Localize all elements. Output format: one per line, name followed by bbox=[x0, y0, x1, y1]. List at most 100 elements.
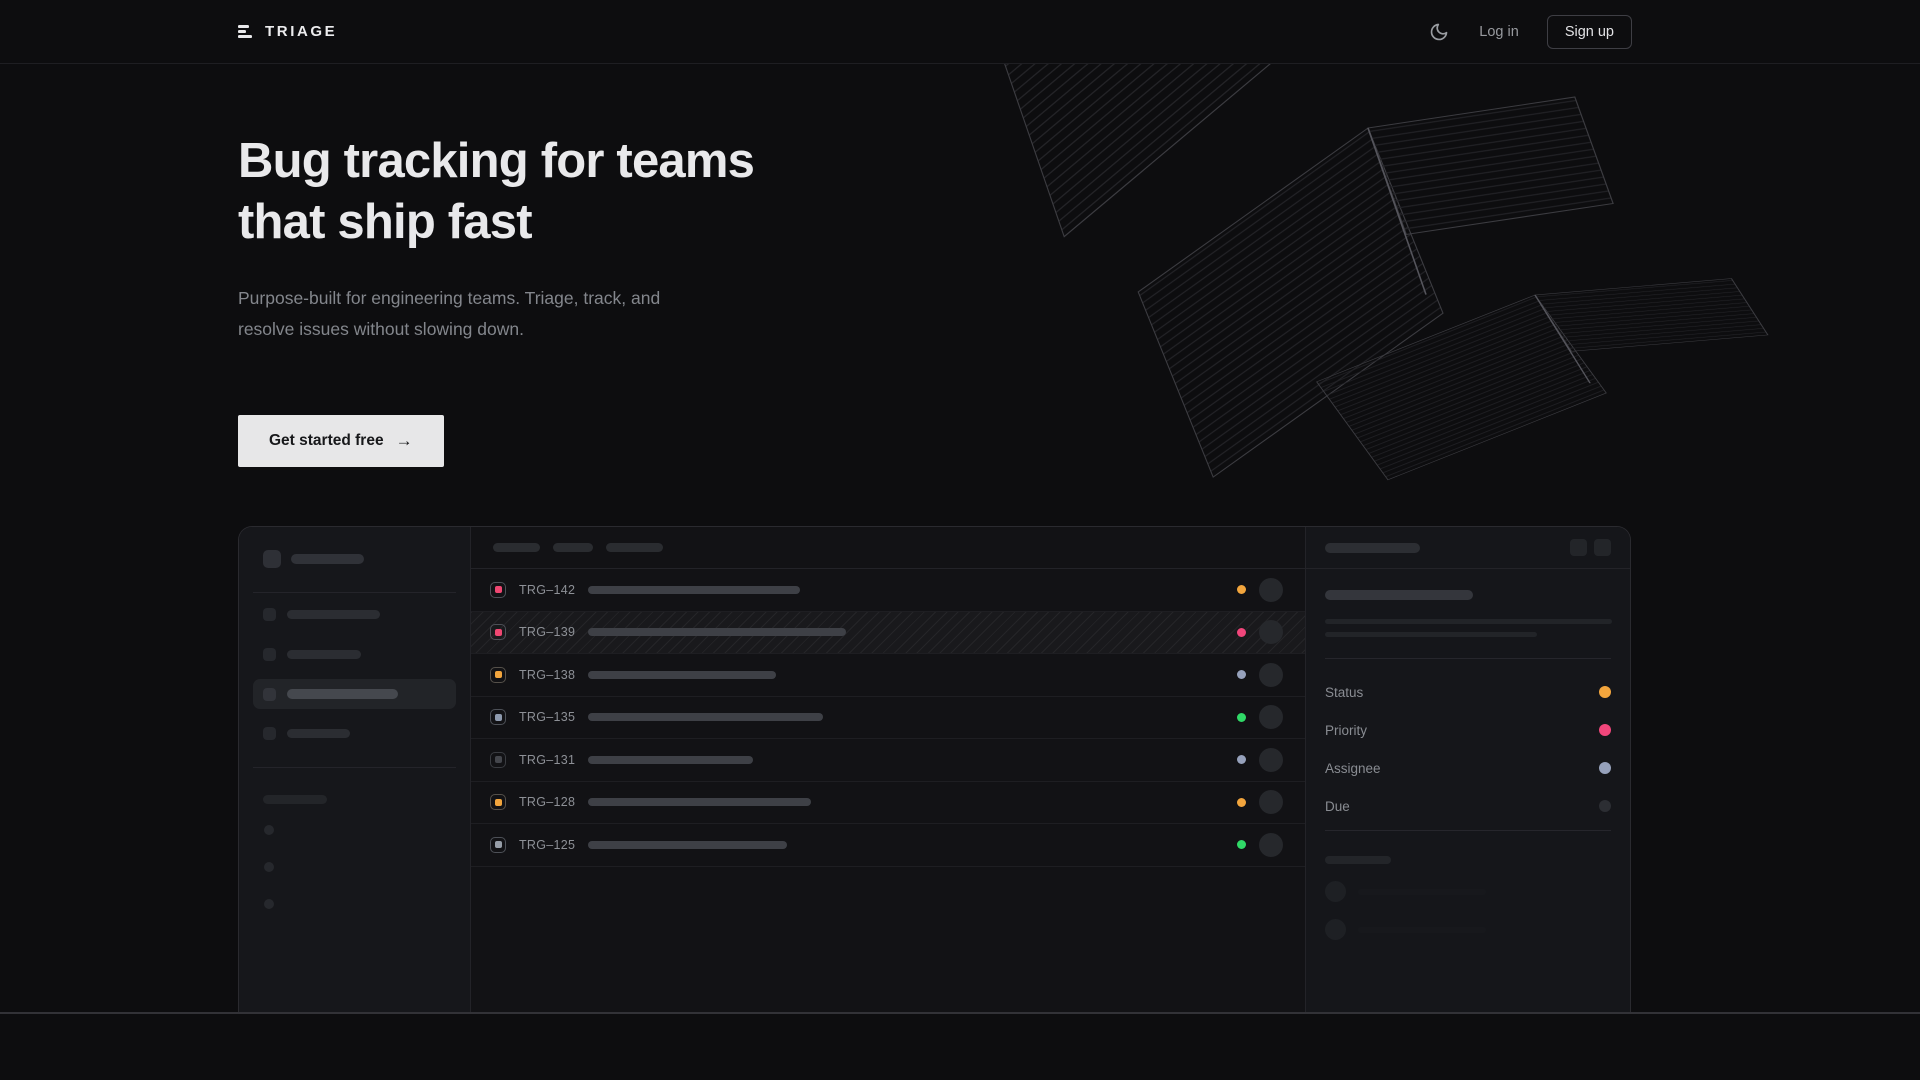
get-started-label: Get started free bbox=[269, 432, 384, 450]
issue-id: TRG–135 bbox=[519, 710, 577, 724]
comment-row bbox=[1325, 881, 1611, 902]
field-value-dot bbox=[1599, 762, 1611, 774]
divider bbox=[1325, 830, 1611, 831]
issue-title-placeholder bbox=[588, 628, 846, 636]
comment-avatar bbox=[1325, 919, 1346, 940]
issue-priority-icon bbox=[490, 582, 506, 598]
issue-priority-icon bbox=[490, 837, 506, 853]
issue-status-dot bbox=[1237, 840, 1246, 849]
sidebar-dot-placeholder bbox=[264, 862, 274, 872]
issue-title-placeholder bbox=[588, 671, 776, 679]
divider bbox=[1325, 658, 1611, 659]
toolbar-tab-placeholder bbox=[493, 543, 540, 552]
hero-section: Bug tracking for teams that ship fast Pu… bbox=[0, 64, 1920, 467]
issue-id: TRG–128 bbox=[519, 795, 577, 809]
detail-header-buttons bbox=[1570, 539, 1611, 556]
comments-label-placeholder bbox=[1325, 856, 1391, 864]
issue-status-dot bbox=[1237, 670, 1246, 679]
issue-row: TRG–135 bbox=[471, 697, 1305, 740]
issue-id: TRG–125 bbox=[519, 838, 577, 852]
toolbar-tab-placeholder bbox=[606, 543, 663, 552]
issue-priority-icon bbox=[490, 709, 506, 725]
mockup-sidebar-nav bbox=[239, 593, 470, 740]
issue-id: TRG–142 bbox=[519, 583, 577, 597]
mockup-sidebar-header bbox=[239, 527, 470, 568]
description-line-placeholder bbox=[1325, 632, 1537, 637]
mockup-sidebar bbox=[239, 527, 471, 1012]
detail-title-placeholder bbox=[1325, 543, 1420, 553]
sidebar-item bbox=[239, 727, 470, 740]
issue-title-placeholder bbox=[588, 713, 823, 721]
field-value-dot bbox=[1599, 686, 1611, 698]
issue-field-row: Due bbox=[1325, 787, 1611, 825]
issue-row: TRG–139 bbox=[471, 612, 1305, 655]
top-nav: TRIAGE Log in Sign up bbox=[0, 0, 1920, 64]
issue-id: TRG–131 bbox=[519, 753, 577, 767]
issue-status-dot bbox=[1237, 585, 1246, 594]
sidebar-item bbox=[239, 608, 470, 621]
assignee-avatar bbox=[1259, 620, 1283, 644]
brand-logo[interactable]: TRIAGE bbox=[238, 23, 337, 40]
theme-toggle-button[interactable] bbox=[1427, 20, 1451, 44]
issue-priority-icon bbox=[490, 667, 506, 683]
toolbar-tab-placeholder bbox=[553, 543, 593, 552]
issue-row: TRG–142 bbox=[471, 569, 1305, 612]
issue-status-dot bbox=[1237, 713, 1246, 722]
sidebar-dots bbox=[239, 825, 470, 909]
hero-subtitle-line2: resolve issues without slowing down. bbox=[238, 314, 1920, 345]
issue-field-row: Assignee bbox=[1325, 749, 1611, 787]
divider bbox=[253, 767, 456, 768]
issue-title-placeholder bbox=[588, 586, 800, 594]
field-value-dot bbox=[1599, 724, 1611, 736]
sidebar-section-label-placeholder bbox=[263, 795, 327, 804]
issue-field-row: Status bbox=[1325, 673, 1611, 711]
mockup-issue-list-panel: TRG–142 TRG–139 TRG–138 TRG–135 TRG–131 … bbox=[471, 527, 1305, 1012]
sidebar-dot-placeholder bbox=[264, 899, 274, 909]
field-label: Assignee bbox=[1325, 761, 1381, 776]
detail-panel-header bbox=[1306, 527, 1630, 569]
sidebar-item-active bbox=[253, 679, 456, 709]
hero-title: Bug tracking for teams that ship fast bbox=[238, 131, 1920, 253]
hero-title-line2: that ship fast bbox=[238, 192, 1920, 253]
issue-title-placeholder bbox=[588, 756, 753, 764]
comment-avatar bbox=[1325, 881, 1346, 902]
issue-row: TRG–138 bbox=[471, 654, 1305, 697]
assignee-avatar bbox=[1259, 578, 1283, 602]
issue-row: TRG–125 bbox=[471, 824, 1305, 867]
issue-id: TRG–138 bbox=[519, 668, 577, 682]
issue-title-placeholder bbox=[1325, 590, 1473, 600]
field-label: Status bbox=[1325, 685, 1363, 700]
footer bbox=[0, 1012, 1920, 1080]
brand-name: TRIAGE bbox=[265, 23, 337, 40]
issue-priority-icon bbox=[490, 624, 506, 640]
comment-text-placeholder bbox=[1358, 889, 1486, 895]
comments-list bbox=[1325, 881, 1611, 940]
issue-status-dot bbox=[1237, 628, 1246, 637]
issue-field-row: Priority bbox=[1325, 711, 1611, 749]
comment-text-placeholder bbox=[1358, 927, 1486, 933]
issue-status-dot bbox=[1237, 798, 1246, 807]
signup-button[interactable]: Sign up bbox=[1547, 15, 1632, 49]
description-line-placeholder bbox=[1325, 619, 1612, 624]
issue-title-placeholder bbox=[588, 841, 787, 849]
issue-fields: Status Priority Assignee Due bbox=[1325, 673, 1611, 825]
field-label: Priority bbox=[1325, 723, 1367, 738]
hero-title-line1: Bug tracking for teams bbox=[238, 131, 1920, 192]
field-value-dot bbox=[1599, 800, 1611, 812]
workspace-name-placeholder bbox=[291, 554, 364, 564]
get-started-button[interactable]: Get started free → bbox=[238, 415, 444, 467]
hero-subtitle-line1: Purpose-built for engineering teams. Tri… bbox=[238, 283, 1920, 314]
detail-panel-body: Status Priority Assignee Due bbox=[1306, 590, 1630, 940]
login-link[interactable]: Log in bbox=[1479, 24, 1519, 40]
app-mockup: TRG–142 TRG–139 TRG–138 TRG–135 TRG–131 … bbox=[238, 526, 1631, 1012]
sidebar-dot-placeholder bbox=[264, 825, 274, 835]
comment-row bbox=[1325, 919, 1611, 940]
issue-row: TRG–131 bbox=[471, 739, 1305, 782]
sidebar-item bbox=[239, 648, 470, 661]
moon-icon bbox=[1429, 22, 1449, 42]
assignee-avatar bbox=[1259, 663, 1283, 687]
issue-priority-icon bbox=[490, 752, 506, 768]
issue-list-toolbar bbox=[471, 527, 1305, 569]
nav-actions: Log in Sign up bbox=[1427, 15, 1632, 49]
issue-title-placeholder bbox=[588, 798, 811, 806]
